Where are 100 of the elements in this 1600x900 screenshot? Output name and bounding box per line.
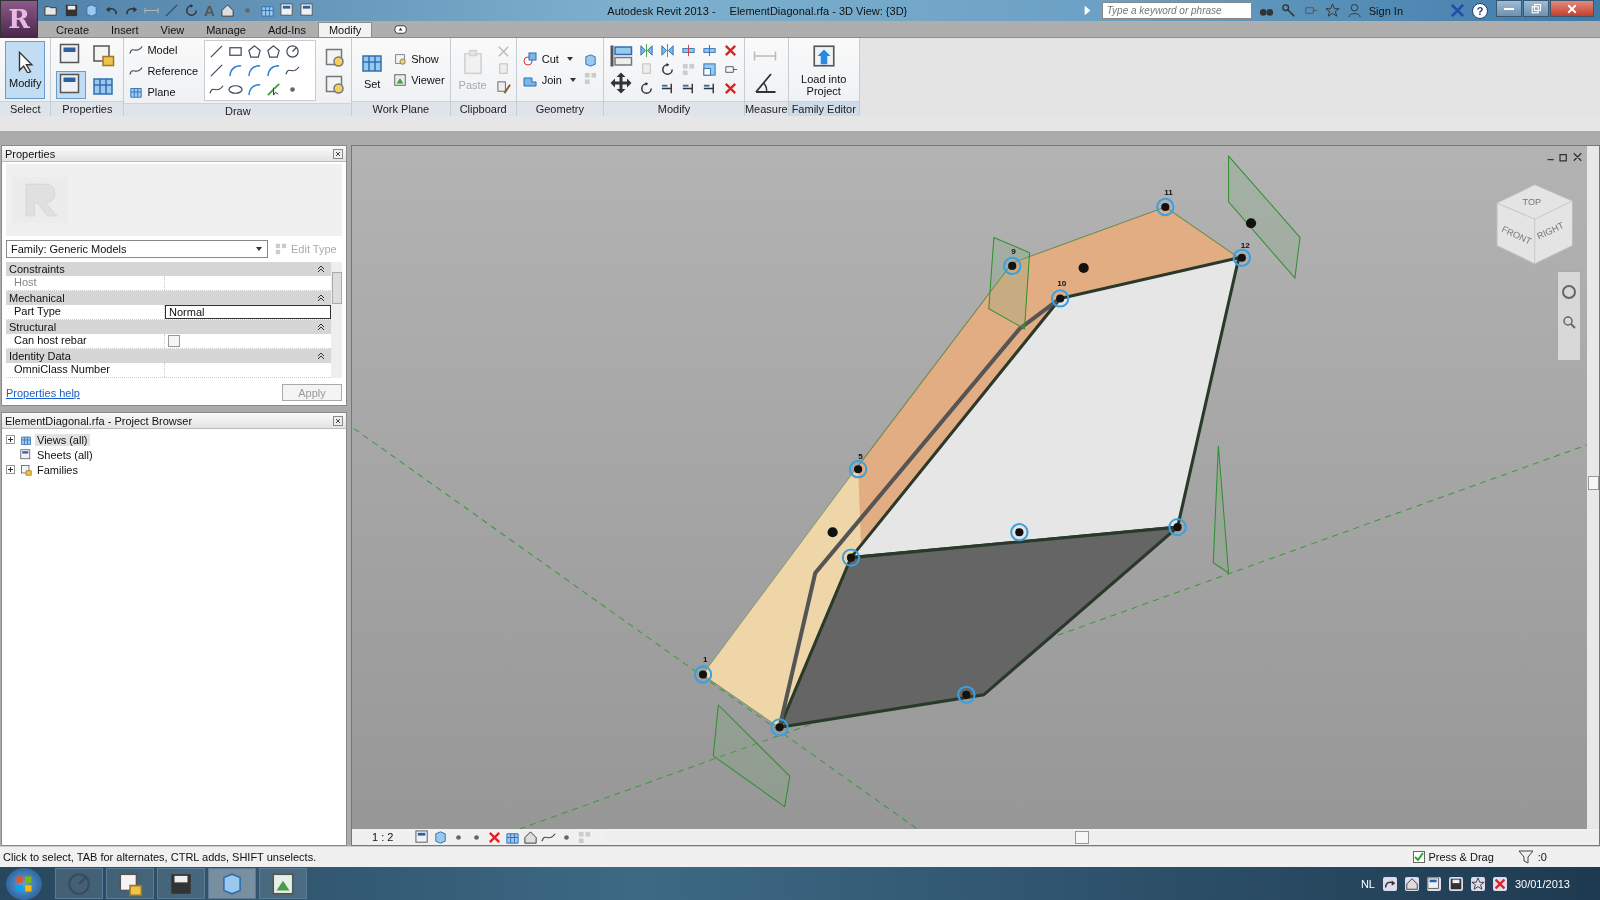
draw-mode-button[interactable]: Reference	[129, 61, 199, 80]
mirror-icon[interactable]	[638, 43, 654, 58]
arc-icon[interactable]	[266, 63, 282, 78]
properties-help-link[interactable]: Properties help	[6, 386, 80, 399]
trim-icon[interactable]	[680, 81, 696, 96]
mirror-icon[interactable]	[659, 43, 675, 58]
ribbon-tab[interactable]: Create	[46, 22, 100, 37]
trim-icon[interactable]	[701, 81, 717, 96]
tree-item[interactable]: Sheets (all)	[35, 448, 95, 461]
key-icon[interactable]	[1280, 3, 1296, 18]
draw-mode-button[interactable]: Model	[129, 40, 199, 59]
application-menu-button[interactable]: R	[0, 0, 38, 38]
help-button[interactable]: ?	[1472, 2, 1488, 19]
ribbon-tab[interactable]: Insert	[101, 22, 149, 37]
tray-icon[interactable]	[1404, 876, 1419, 891]
view-control-icon[interactable]	[487, 829, 502, 845]
line-icon[interactable]	[209, 63, 225, 78]
ribbon-tab[interactable]: View	[150, 22, 195, 37]
align-icon[interactable]	[608, 44, 633, 68]
property-group-header[interactable]: Constraints	[6, 262, 331, 276]
close-button[interactable]	[1550, 0, 1594, 17]
filter-icon[interactable]	[1517, 849, 1534, 865]
property-group-header[interactable]: Identity Data	[6, 349, 331, 363]
scale-icon[interactable]	[701, 62, 717, 77]
view-control-icon[interactable]	[523, 829, 538, 845]
ribbon-tab[interactable]: Manage	[196, 22, 256, 37]
move-icon[interactable]	[608, 71, 633, 95]
view-scale[interactable]: 1 : 2	[372, 831, 412, 843]
modify-button[interactable]: Modify	[5, 40, 46, 99]
clock-date[interactable]: 30/01/2013	[1514, 877, 1570, 890]
sign-in-button[interactable]: Sign In	[1368, 4, 1443, 17]
ribbon-tab[interactable]: Add-Ins	[257, 22, 316, 37]
steering-wheel-icon[interactable]	[1561, 284, 1577, 300]
checkbox[interactable]	[168, 335, 180, 347]
split-icon[interactable]	[701, 43, 717, 58]
tray-icon[interactable]	[1426, 876, 1441, 891]
delete-icon[interactable]	[722, 81, 738, 96]
tree-item[interactable]: Views (all)	[35, 433, 90, 446]
rotate-icon[interactable]	[659, 62, 675, 77]
model-drawing[interactable]	[693, 154, 1301, 808]
folder-icon[interactable]	[106, 868, 154, 899]
search-field[interactable]: Type a keyword or phrase	[1101, 2, 1252, 19]
cube-icon[interactable]	[582, 53, 598, 68]
close-icon[interactable]	[333, 415, 343, 426]
tray-icon[interactable]	[1492, 876, 1507, 891]
work-plane-button[interactable]: Viewer	[393, 71, 445, 89]
image-icon[interactable]	[259, 868, 307, 899]
rectangle-icon[interactable]	[228, 44, 244, 59]
language-indicator[interactable]: NL	[1360, 877, 1375, 890]
panel-toggle-icon[interactable]	[394, 22, 410, 37]
load-into-project-button[interactable]: Load into Project	[793, 40, 854, 99]
delete-icon[interactable]	[722, 43, 738, 58]
tray-icon[interactable]	[1470, 876, 1485, 891]
expand-toggle-icon[interactable]	[6, 465, 15, 474]
property-group-header[interactable]: Mechanical	[6, 291, 331, 305]
window-icon[interactable]	[279, 3, 295, 18]
geometry-button[interactable]: Join	[521, 71, 577, 89]
view-control-icon[interactable]	[415, 829, 430, 845]
close-icon[interactable]	[333, 148, 343, 159]
set-button[interactable]: Set	[357, 40, 388, 99]
ellipse-icon[interactable]	[228, 82, 244, 97]
arc-icon[interactable]	[247, 63, 263, 78]
pick-icon[interactable]	[266, 82, 282, 97]
scrollbar[interactable]	[1587, 146, 1599, 829]
draw-mode-button[interactable]: Plane	[129, 82, 199, 101]
star-icon[interactable]	[1324, 3, 1340, 18]
type-selector[interactable]: Family: Generic Models	[6, 240, 268, 258]
grid-icon[interactable]	[259, 3, 275, 18]
house-icon[interactable]	[219, 3, 235, 18]
rotate-icon[interactable]	[638, 81, 654, 96]
arc-icon[interactable]	[247, 82, 263, 97]
press-drag-checkbox[interactable]: Press & Drag	[1413, 851, 1494, 863]
split-icon[interactable]	[680, 43, 696, 58]
line-icon[interactable]	[209, 44, 225, 59]
properties-tool-button[interactable]	[56, 70, 87, 99]
property-value-field[interactable]: Normal	[165, 305, 331, 319]
arc-icon[interactable]	[228, 63, 244, 78]
circle-icon[interactable]	[285, 44, 301, 59]
start-button[interactable]	[6, 867, 42, 900]
view-window-controls-icon[interactable]	[1545, 152, 1585, 162]
tray-icon[interactable]	[1382, 876, 1397, 891]
minimize-button[interactable]	[1496, 0, 1522, 17]
window-icon[interactable]	[299, 3, 315, 18]
tree-item[interactable]: Families	[35, 463, 80, 476]
property-group-header[interactable]: Structural	[6, 320, 331, 334]
scrollbar[interactable]	[331, 262, 342, 378]
tray-icon[interactable]	[1448, 876, 1463, 891]
trim-icon[interactable]	[659, 81, 675, 96]
open-icon[interactable]	[44, 3, 59, 18]
brush-icon[interactable]	[495, 80, 511, 95]
polygon-icon[interactable]	[266, 44, 282, 59]
expand-toggle-icon[interactable]	[6, 435, 15, 444]
work-plane-button[interactable]: Show	[393, 50, 445, 68]
view-control-icon[interactable]	[433, 829, 448, 845]
restore-button[interactable]	[1523, 0, 1549, 17]
save-icon[interactable]	[64, 3, 79, 18]
cube-face-label[interactable]: TOP	[1522, 196, 1542, 207]
navigation-bar[interactable]	[1557, 271, 1581, 361]
zoom-icon[interactable]	[1561, 314, 1577, 330]
polygon-icon[interactable]	[247, 44, 263, 59]
